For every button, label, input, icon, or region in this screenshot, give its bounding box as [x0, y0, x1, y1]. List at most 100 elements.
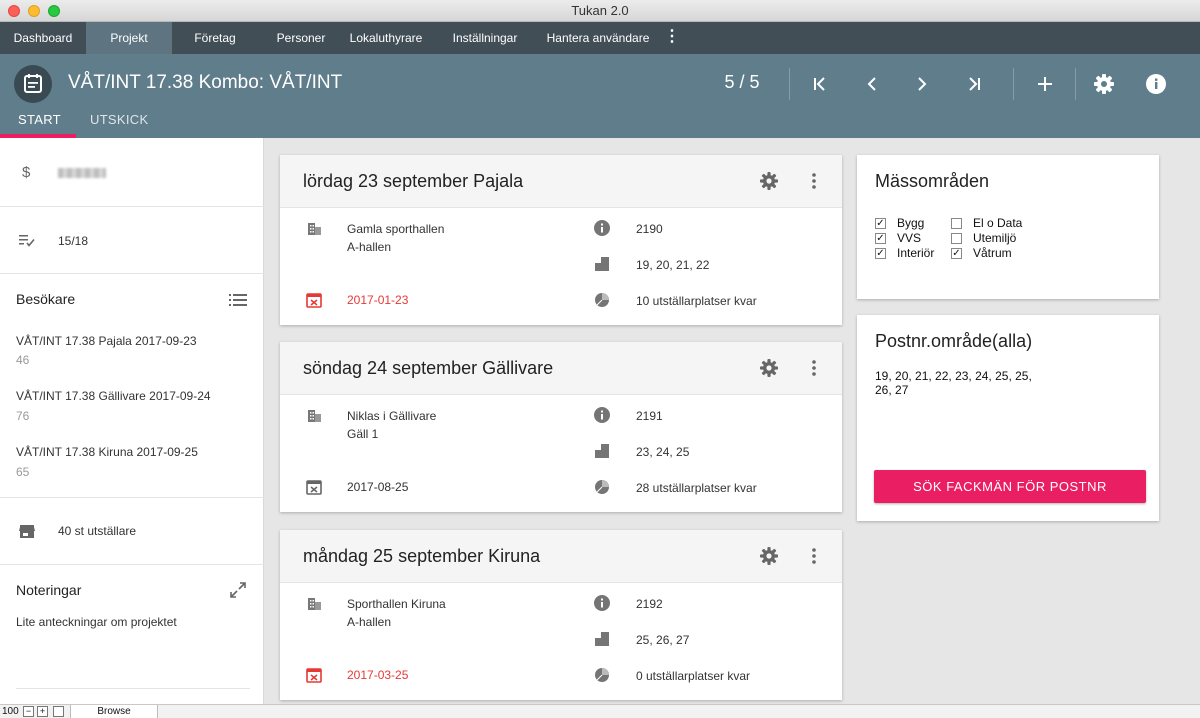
- event-date: 2017-08-25: [347, 480, 409, 494]
- more-vert-icon[interactable]: [804, 357, 824, 379]
- layout-icon[interactable]: [53, 706, 64, 717]
- store-icon: [18, 522, 36, 540]
- first-record-icon[interactable]: [804, 68, 836, 100]
- checkbox-label: Interiör: [897, 246, 935, 260]
- checkbox-bygg[interactable]: ✓: [875, 218, 886, 229]
- previous-record-icon[interactable]: [856, 68, 888, 100]
- event-card: lördag 23 september Pajala Gamla sportha…: [280, 155, 842, 325]
- project-sidebar: $ 15/18 Besökare VÅT/INT 17.38 Pajala 20…: [0, 138, 264, 704]
- gear-icon[interactable]: [758, 357, 780, 379]
- tab-utskick[interactable]: UTSKICK: [90, 112, 148, 138]
- nav-hantera-anvandare[interactable]: Hantera användare: [540, 22, 656, 54]
- checkbox-label: Utemiljö: [973, 231, 1017, 245]
- progress-value: 15/18: [58, 234, 89, 248]
- hall-name: Gäll 1: [347, 427, 379, 441]
- more-vert-icon[interactable]: [804, 170, 824, 192]
- settings-gear-icon[interactable]: [1088, 68, 1120, 100]
- nav-installningar[interactable]: Inställningar: [440, 22, 530, 54]
- visitor-event-title[interactable]: VÅT/INT 17.38 Gällivare 2017-09-24: [16, 389, 211, 403]
- header-divider: [1075, 68, 1076, 100]
- notes-text[interactable]: Lite anteckningar om projektet: [16, 615, 177, 629]
- list-icon[interactable]: [229, 291, 247, 309]
- event-card-header: måndag 25 september Kiruna: [280, 530, 842, 583]
- add-icon[interactable]: [1029, 68, 1061, 100]
- info-circle-icon: [593, 594, 611, 612]
- project-header: VÅT/INT 17.38 Kombo: VÅT/INT 5 / 5 START…: [0, 54, 1200, 138]
- building-icon: [305, 406, 323, 424]
- building-icon: [305, 219, 323, 237]
- status-bar: 100 − + Browse: [0, 704, 1200, 718]
- checkbox-interior[interactable]: ✓: [875, 248, 886, 259]
- remaining-spots: 10 utställarplatser kvar: [636, 294, 757, 308]
- divider: [0, 564, 264, 565]
- zoom-out-icon[interactable]: −: [23, 706, 34, 717]
- window-close-button[interactable]: [8, 5, 20, 17]
- event-id: 2192: [636, 597, 663, 611]
- gear-icon[interactable]: [758, 170, 780, 192]
- divider: [16, 688, 250, 689]
- divider: [0, 273, 264, 274]
- budget-row: $: [0, 138, 264, 206]
- visitor-event-title[interactable]: VÅT/INT 17.38 Kiruna 2017-09-25: [16, 445, 198, 459]
- divider: [0, 497, 264, 498]
- remaining-spots: 0 utställarplatser kvar: [636, 669, 751, 683]
- info-icon[interactable]: [1140, 68, 1172, 100]
- postal-panel: Postnr.område(alla) 19, 20, 21, 22, 23, …: [857, 315, 1159, 521]
- mode-indicator[interactable]: Browse: [70, 705, 158, 718]
- postal-zones: 25, 26, 27: [636, 633, 690, 647]
- nav-dashboard[interactable]: Dashboard: [0, 22, 86, 54]
- header-divider: [789, 68, 790, 100]
- event-id: 2191: [636, 409, 663, 423]
- header-divider: [1013, 68, 1014, 100]
- calendar-icon: [14, 65, 52, 103]
- nav-projekt[interactable]: Projekt: [86, 22, 172, 54]
- checkbox-label: VVS: [897, 231, 922, 245]
- checkbox-label: El o Data: [973, 216, 1023, 230]
- more-vert-icon[interactable]: [804, 545, 824, 567]
- exhibitor-count: 40 st utställare: [58, 524, 137, 538]
- pie-chart-icon: [593, 666, 611, 684]
- window-minimize-button[interactable]: [28, 5, 40, 17]
- fair-areas-panel: Mässområden ✓ Bygg ✓ VVS ✓ Interiör El o…: [857, 155, 1159, 299]
- expand-icon[interactable]: [229, 581, 247, 599]
- record-counter: 5 / 5: [724, 72, 760, 92]
- search-tradesmen-button[interactable]: SÖK FACKMÄN FÖR POSTNR: [874, 470, 1146, 503]
- nav-more-icon[interactable]: ⋮: [664, 22, 680, 54]
- event-card: måndag 25 september Kiruna Sporthallen K…: [280, 530, 842, 700]
- checkbox-utemiljo[interactable]: [951, 233, 962, 244]
- checklist-icon: [18, 231, 36, 249]
- nav-personer[interactable]: Personer: [258, 22, 344, 54]
- event-card-header: söndag 24 september Gällivare: [280, 342, 842, 395]
- event-id: 2190: [636, 222, 663, 236]
- hall-name: A-hallen: [347, 240, 392, 254]
- checkbox-vatrum[interactable]: ✓: [951, 248, 962, 259]
- visitor-event-title[interactable]: VÅT/INT 17.38 Pajala 2017-09-23: [16, 334, 197, 348]
- zoom-in-icon[interactable]: +: [37, 706, 48, 717]
- visitors-heading: Besökare: [16, 291, 76, 307]
- event-title: söndag 24 september Gällivare: [303, 358, 554, 378]
- venue-name: Sporthallen Kiruna: [347, 597, 446, 611]
- nav-lokaluthyrare[interactable]: Lokaluthyrare: [344, 22, 428, 54]
- event-title: måndag 25 september Kiruna: [303, 546, 541, 566]
- event-date: 2017-03-25: [347, 668, 409, 682]
- redacted-budget-value: [58, 168, 106, 178]
- event-card-header: lördag 23 september Pajala: [280, 155, 842, 208]
- next-record-icon[interactable]: [906, 68, 938, 100]
- zone-map-icon: [593, 630, 611, 648]
- checkbox-label: Våtrum: [973, 246, 1012, 260]
- building-icon: [305, 594, 323, 612]
- event-card: söndag 24 september Gällivare Niklas i G…: [280, 342, 842, 512]
- event-date: 2017-01-23: [347, 293, 409, 307]
- gear-icon[interactable]: [758, 545, 780, 567]
- checkbox-vvs[interactable]: ✓: [875, 233, 886, 244]
- window-zoom-button[interactable]: [48, 5, 60, 17]
- info-circle-icon: [593, 219, 611, 237]
- last-record-icon[interactable]: [958, 68, 990, 100]
- pie-chart-icon: [593, 478, 611, 496]
- visitor-count: 46: [16, 353, 30, 367]
- checkbox-el-o-data[interactable]: [951, 218, 962, 229]
- nav-foretag[interactable]: Företag: [172, 22, 258, 54]
- main-content: lördag 23 september Pajala Gamla sportha…: [265, 138, 1200, 704]
- main-nav: Dashboard Projekt Företag Personer Lokal…: [0, 22, 1200, 54]
- calendar-cancel-icon: [305, 291, 323, 309]
